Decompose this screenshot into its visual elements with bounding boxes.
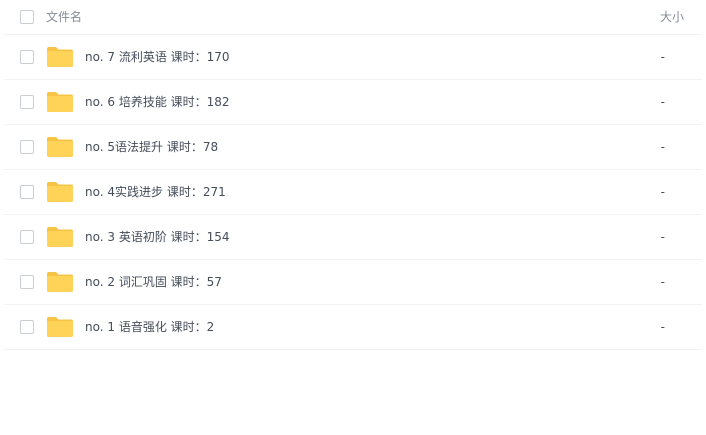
- row-checkbox[interactable]: [20, 95, 34, 109]
- file-size: -: [660, 320, 665, 334]
- folder-icon: [47, 272, 73, 292]
- row-checkbox[interactable]: [20, 140, 34, 154]
- folder-icon: [47, 137, 73, 157]
- row-checkbox[interactable]: [20, 50, 34, 64]
- folder-icon: [47, 92, 73, 112]
- file-row[interactable]: no. 2 词汇巩固 课时：57 -: [4, 260, 702, 305]
- file-name[interactable]: no. 5语法提升 课时：78: [85, 139, 218, 155]
- file-name[interactable]: no. 3 英语初阶 课时：154: [85, 229, 230, 245]
- list-header: 文件名 大小: [4, 0, 702, 35]
- file-name[interactable]: no. 1 语音强化 课时：2: [85, 319, 214, 335]
- row-checkbox[interactable]: [20, 185, 34, 199]
- file-name[interactable]: no. 6 培养技能 课时：182: [85, 94, 230, 110]
- column-header-name[interactable]: 文件名: [46, 9, 82, 25]
- select-all-checkbox[interactable]: [20, 10, 34, 24]
- file-size: -: [660, 95, 665, 109]
- file-size: -: [660, 230, 665, 244]
- folder-icon: [47, 182, 73, 202]
- row-checkbox[interactable]: [20, 230, 34, 244]
- column-header-size[interactable]: 大小: [660, 9, 684, 25]
- file-size: -: [660, 50, 665, 64]
- file-name[interactable]: no. 7 流利英语 课时：170: [85, 49, 230, 65]
- folder-icon: [47, 47, 73, 67]
- file-row[interactable]: no. 7 流利英语 课时：170 -: [4, 35, 702, 80]
- folder-icon: [47, 227, 73, 247]
- file-row[interactable]: no. 5语法提升 课时：78 -: [4, 125, 702, 170]
- file-size: -: [660, 140, 665, 154]
- file-row[interactable]: no. 6 培养技能 课时：182 -: [4, 80, 702, 125]
- file-name[interactable]: no. 4实践进步 课时：271: [85, 184, 226, 200]
- file-name[interactable]: no. 2 词汇巩固 课时：57: [85, 274, 222, 290]
- file-row[interactable]: no. 1 语音强化 课时：2 -: [4, 305, 702, 350]
- file-size: -: [660, 275, 665, 289]
- row-checkbox[interactable]: [20, 320, 34, 334]
- file-row[interactable]: no. 3 英语初阶 课时：154 -: [4, 215, 702, 260]
- file-row[interactable]: no. 4实践进步 课时：271 -: [4, 170, 702, 215]
- file-list: 文件名 大小 no. 7 流利英语 课时：170 - no. 6 培养技能 课时…: [0, 0, 706, 435]
- row-checkbox[interactable]: [20, 275, 34, 289]
- file-size: -: [660, 185, 665, 199]
- folder-icon: [47, 317, 73, 337]
